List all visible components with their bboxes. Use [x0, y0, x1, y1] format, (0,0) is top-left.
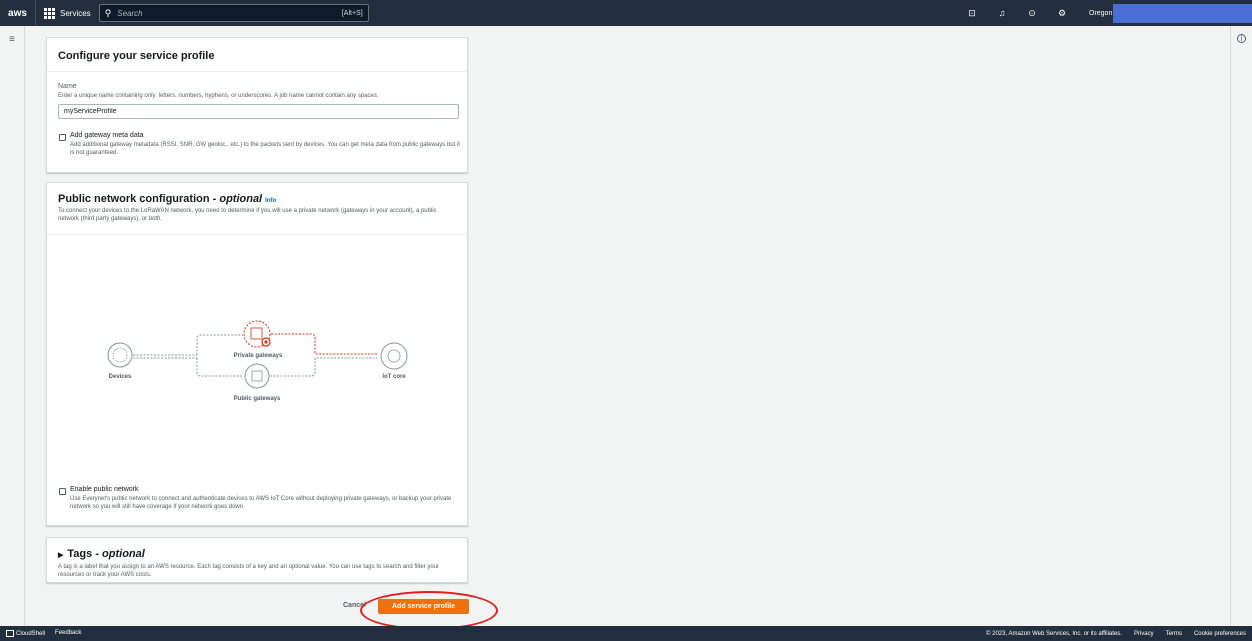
service-profile-title: Configure your service profile	[58, 50, 215, 62]
caret-right-icon: ▶	[58, 552, 64, 559]
tags-expand-toggle[interactable]: ▶ Tags - optional	[58, 548, 453, 560]
private-gateways-diagram-label: Private gateways	[234, 353, 283, 359]
devices-node	[107, 342, 133, 368]
menu-hamburger-icon[interactable]: ≡	[9, 34, 15, 45]
search-input[interactable]: ⚲ Search [Alt+S]	[98, 4, 369, 22]
copyright-text: © 2023, Amazon Web Services, Inc. or its…	[986, 630, 1122, 637]
aws-logo[interactable]: aws	[0, 0, 36, 26]
help-icon[interactable]: ⊙	[1025, 8, 1039, 19]
name-description: Enter a unique name containing only: let…	[58, 93, 379, 99]
top-navigation: aws Services ⚲ Search [Alt+S] ⊡ ♫ ⊙ ⚙ Or…	[0, 0, 1252, 26]
cookie-preferences-link[interactable]: Cookie preferences	[1194, 631, 1246, 637]
public-gateways-node	[244, 363, 270, 389]
account-menu[interactable]	[1113, 4, 1252, 23]
cloudshell-button[interactable]: CloudShell	[6, 629, 46, 638]
name-field[interactable]	[58, 104, 459, 119]
privacy-link[interactable]: Privacy	[1134, 631, 1154, 637]
tools-divider	[1230, 26, 1231, 626]
service-profile-panel: Configure your service profile Name Ente…	[46, 37, 468, 173]
search-shortcut: [Alt+S]	[341, 9, 363, 17]
info-link[interactable]: Info	[265, 198, 276, 204]
public-network-title: Public network configuration - optional I…	[58, 193, 457, 205]
search-icon: ⚲	[104, 7, 112, 18]
annotation-highlight-circle	[360, 591, 498, 630]
footer: CloudShell Feedback © 2023, Amazon Web S…	[0, 626, 1252, 641]
services-label: Services	[60, 8, 91, 18]
network-diagram: Devices Private gateways Public gateways…	[107, 320, 408, 402]
name-label: Name	[58, 83, 77, 90]
public-gateways-diagram-label: Public gateways	[234, 396, 281, 402]
cloudshell-footer-icon	[6, 629, 14, 637]
feedback-link[interactable]: Feedback	[55, 630, 81, 636]
public-network-title-text: Public network configuration -	[58, 193, 220, 205]
public-network-optional: optional	[219, 193, 263, 205]
cloudshell-label: CloudShell	[16, 631, 46, 638]
iot-core-diagram-label: IoT core	[382, 374, 406, 380]
devices-diagram-label: Devices	[109, 374, 132, 380]
terms-link[interactable]: Terms	[1166, 631, 1182, 637]
iot-core-node	[380, 342, 408, 370]
public-network-panel: Public network configuration - optional I…	[46, 182, 468, 526]
info-panel-icon[interactable]: i	[1237, 34, 1246, 43]
grid-icon	[44, 7, 55, 19]
gateway-metadata-description: Add additional gateway metadata (RSSI, S…	[70, 142, 460, 156]
gateway-metadata-checkbox[interactable]	[59, 134, 66, 141]
nav-actions: ⊡ ♫ ⊙ ⚙ Oregon ▾	[965, 0, 1118, 26]
tags-title: Tags -	[67, 548, 103, 560]
tags-optional: optional	[102, 548, 145, 560]
tags-description: A tag is a label that you assign to an A…	[58, 564, 440, 578]
notifications-bell-icon[interactable]: ♫	[995, 8, 1009, 18]
enable-public-network-label: Enable public network	[70, 486, 139, 493]
service-profile-header: Configure your service profile	[47, 38, 467, 72]
gateway-metadata-label: Add gateway meta data	[70, 132, 144, 139]
settings-gear-icon[interactable]: ⚙	[1055, 8, 1069, 19]
sidebar-divider	[24, 26, 25, 626]
search-placeholder: Search	[117, 8, 143, 18]
enable-public-network-checkbox[interactable]	[59, 488, 66, 495]
enable-public-network-description: Use Everynet's public network to connect…	[70, 496, 452, 510]
public-network-description: To connect your devices to the LoRaWAN n…	[58, 208, 437, 222]
services-menu-button[interactable]: Services	[36, 0, 99, 26]
cloudshell-icon[interactable]: ⊡	[965, 8, 979, 19]
tags-panel: ▶ Tags - optional A tag is a label that y…	[46, 537, 468, 583]
public-network-header: Public network configuration - optional I…	[47, 183, 467, 235]
